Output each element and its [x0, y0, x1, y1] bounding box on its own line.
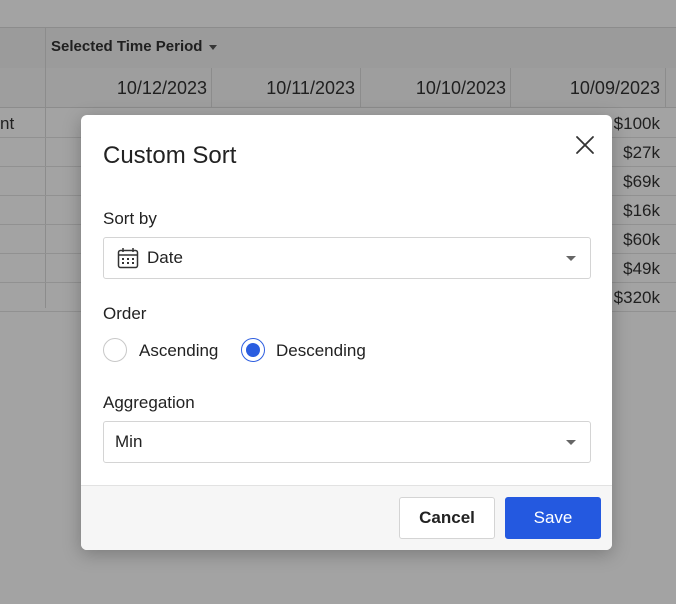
aggregation-value: Min: [115, 432, 143, 451]
dialog-title: Custom Sort: [103, 142, 237, 169]
descending-radio[interactable]: [241, 338, 265, 362]
sort-by-select[interactable]: Date: [103, 237, 591, 279]
cancel-button[interactable]: Cancel: [399, 497, 495, 539]
chevron-down-icon: [566, 256, 576, 261]
sort-by-label: Sort by: [103, 209, 157, 228]
chevron-down-icon: [566, 440, 576, 445]
calendar-icon: [117, 248, 139, 269]
dialog-footer: Cancel Save: [81, 485, 612, 550]
aggregation-label: Aggregation: [103, 393, 195, 412]
close-icon: [576, 136, 594, 154]
aggregation-select[interactable]: Min: [103, 421, 591, 463]
order-label: Order: [103, 304, 147, 323]
ascending-radio[interactable]: [103, 338, 127, 362]
ascending-label[interactable]: Ascending: [139, 341, 218, 361]
sort-by-value: Date: [147, 248, 183, 267]
close-button[interactable]: [571, 131, 599, 159]
save-button[interactable]: Save: [505, 497, 601, 539]
custom-sort-dialog: Custom Sort Sort by Date Order Ascending…: [81, 115, 612, 550]
descending-label[interactable]: Descending: [276, 341, 366, 361]
